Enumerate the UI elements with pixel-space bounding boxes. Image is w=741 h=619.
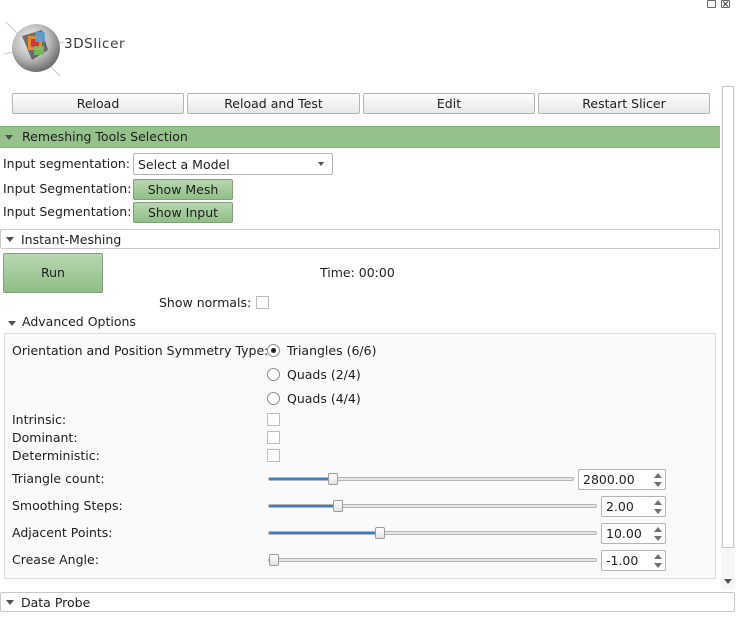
remeshing-section-title: Remeshing Tools Selection <box>22 129 188 144</box>
slicer-logo-icon <box>2 14 66 80</box>
data-probe-header[interactable]: Data Probe <box>0 592 735 612</box>
instant-meshing-title: Instant-Meshing <box>21 232 122 247</box>
crease-angle-label: Crease Angle: <box>12 552 99 567</box>
dominant-label: Dominant: <box>12 430 78 445</box>
model-selector-value: Select a Model <box>138 157 230 172</box>
advanced-collapse-arrow-icon[interactable] <box>8 321 16 326</box>
radio-quads-2-4-label[interactable]: Quads (2/4) <box>287 367 361 382</box>
spin-arrows-icon[interactable] <box>651 551 665 570</box>
radio-triangles-6-6[interactable] <box>267 344 280 357</box>
float-window-icon[interactable] <box>707 0 716 8</box>
crease-angle-slider[interactable] <box>268 554 597 566</box>
instant-meshing-header[interactable]: Instant-Meshing <box>0 229 720 249</box>
adjacent-points-fill <box>269 532 381 534</box>
triangle-count-thumb[interactable] <box>327 473 338 485</box>
show-mesh-label: Input Segmentation: <box>3 181 132 196</box>
symmetry-type-label: Orientation and Position Symmetry Type: <box>12 343 269 358</box>
scroll-down-icon[interactable] <box>724 579 732 584</box>
show-normals-label: Show normals: <box>159 295 252 310</box>
reload-and-test-button[interactable]: Reload and Test <box>187 93 360 114</box>
show-normals-checkbox[interactable] <box>256 296 269 309</box>
close-window-icon[interactable] <box>721 0 730 8</box>
show-input-button[interactable]: Show Input <box>133 202 233 223</box>
dropdown-arrow-icon <box>318 162 324 166</box>
smoothing-steps-value[interactable]: 2.00 <box>606 499 634 514</box>
collapse-arrow-icon <box>6 237 14 242</box>
model-selector[interactable]: Select a Model <box>133 153 333 175</box>
deterministic-checkbox[interactable] <box>267 449 280 462</box>
collapse-arrow-icon <box>6 600 14 605</box>
intrinsic-checkbox[interactable] <box>267 413 280 426</box>
smoothing-steps-thumb[interactable] <box>332 500 343 512</box>
adjacent-points-value[interactable]: 10.00 <box>606 526 642 541</box>
smoothing-steps-label: Smoothing Steps: <box>12 498 123 513</box>
smoothing-steps-slider[interactable] <box>268 500 597 512</box>
input-segmentation-label: Input segmentation: <box>3 156 130 171</box>
collapse-arrow-icon <box>5 135 13 140</box>
remeshing-section-header[interactable]: Remeshing Tools Selection <box>0 126 720 148</box>
crease-angle-spinbox[interactable]: -1.00 <box>601 550 666 571</box>
spin-arrows-icon[interactable] <box>651 470 665 489</box>
radio-quads-4-4[interactable] <box>267 392 280 405</box>
triangle-count-label: Triangle count: <box>12 471 105 486</box>
adjacent-points-slider[interactable] <box>268 527 597 539</box>
deterministic-label: Deterministic: <box>12 448 100 463</box>
intrinsic-label: Intrinsic: <box>12 412 67 427</box>
restart-slicer-button[interactable]: Restart Slicer <box>538 93 710 114</box>
smoothing-steps-fill <box>269 505 338 507</box>
spin-arrows-icon[interactable] <box>651 524 665 543</box>
reload-button[interactable]: Reload <box>12 93 184 114</box>
data-probe-title: Data Probe <box>21 595 91 610</box>
logo-text: 3DSlicer <box>64 36 126 52</box>
triangle-count-value[interactable]: 2800.00 <box>583 472 635 487</box>
adjacent-points-spinbox[interactable]: 10.00 <box>601 523 666 544</box>
show-mesh-button[interactable]: Show Mesh <box>133 179 233 200</box>
radio-triangles-6-6-label[interactable]: Triangles (6/6) <box>287 343 376 358</box>
radio-quads-4-4-label[interactable]: Quads (4/4) <box>287 391 361 406</box>
dominant-checkbox[interactable] <box>267 431 280 444</box>
run-button[interactable]: Run <box>3 253 103 293</box>
crease-angle-thumb[interactable] <box>269 554 279 566</box>
scrollbar-thumb[interactable] <box>722 86 734 548</box>
triangle-count-fill <box>269 478 333 480</box>
spin-arrows-icon[interactable] <box>651 497 665 516</box>
crease-angle-value[interactable]: -1.00 <box>606 553 638 568</box>
advanced-options-title[interactable]: Advanced Options <box>22 314 136 329</box>
smoothing-steps-spinbox[interactable]: 2.00 <box>601 496 666 517</box>
edit-button[interactable]: Edit <box>363 93 535 114</box>
adjacent-points-thumb[interactable] <box>375 527 386 539</box>
triangle-count-spinbox[interactable]: 2800.00 <box>578 469 666 490</box>
show-input-label: Input Segmentation: <box>3 204 132 219</box>
time-label: Time: 00:00 <box>320 265 395 280</box>
triangle-count-slider[interactable] <box>268 473 574 485</box>
adjacent-points-label: Adjacent Points: <box>12 525 113 540</box>
radio-quads-2-4[interactable] <box>267 368 280 381</box>
